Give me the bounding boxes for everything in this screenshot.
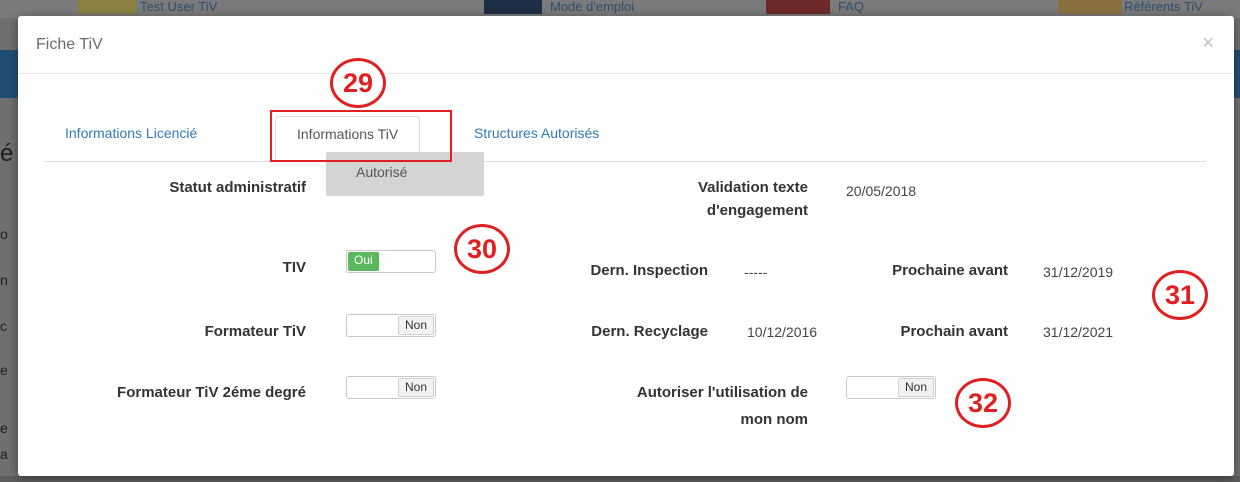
autoriser-nom-label-line1: Autoriser l'utilisation de [636,384,808,401]
prochain-avant-label: Prochain avant [900,323,1008,340]
validation-texte-label-line1: Validation texte [697,179,808,196]
autoriser-nom-label: Autoriser l'utilisation de mon nom [540,381,808,431]
formateur-tiv-2eme-degre-toggle[interactable]: Non [346,376,436,399]
background-thumbnail [766,0,830,14]
formateur-tiv-toggle[interactable]: Non [346,314,436,337]
prochaine-avant-label: Prochaine avant [892,262,1008,279]
dern-inspection-label: Dern. Inspection [590,262,708,279]
annotation-marker-30: 30 [454,224,510,274]
background-nav-bar [0,50,18,98]
validation-texte-label-line2: d'engagement [706,202,808,219]
statut-administratif-label: Statut administratif [169,179,306,196]
tab-informations-licencie[interactable]: Informations Licencié [44,116,218,162]
background-link-faq: FAQ [838,0,865,14]
background-link-referents: Référents TiV [1124,0,1203,14]
validation-texte-value: 20/05/2018 [846,183,917,199]
autoriser-nom-label-line2: mon nom [740,411,809,428]
close-icon[interactable]: × [1202,32,1214,55]
prochain-avant-value: 31/12/2021 [1043,324,1114,340]
formateur-tiv-2eme-degre-toggle-off: Non [397,378,434,397]
background-text: e [0,420,8,436]
background-footer [0,476,1240,482]
background-text: é [0,140,14,167]
background-text: n [0,272,8,288]
prochaine-avant-value: 31/12/2019 [1043,264,1114,280]
annotation-marker-31: 31 [1152,270,1208,320]
dern-inspection-value: ----- [744,264,768,280]
background-thumbnail [78,0,136,14]
modal-title: Fiche TiV [36,36,103,53]
annotation-marker-32: 32 [955,378,1011,428]
background-text: c [0,318,7,334]
validation-texte-label: Validation texte d'engagement [600,176,808,222]
formateur-tiv-2eme-degre-label: Formateur TiV 2éme degré [117,384,306,401]
annotation-marker-29: 29 [330,58,386,108]
background-text: o [0,226,8,242]
background-thumbnail [484,0,542,14]
tab-bar: Informations Licencié Informations TiV S… [44,116,1206,162]
formateur-tiv-label: Formateur TiV [204,323,306,340]
annotation-highlight-box [270,110,452,162]
background-text: e [0,362,8,378]
background-link-mode-emploi: Mode d'emploi [550,0,635,14]
tiv-toggle-on: Oui [348,252,379,271]
formateur-tiv-toggle-off: Non [397,316,434,335]
modal-header: Fiche TiV × [18,16,1234,74]
background-thumbnail [1058,0,1122,14]
background-text: a [0,446,8,462]
autoriser-nom-toggle[interactable]: Non [846,376,936,399]
tiv-label: TIV [282,259,306,276]
autoriser-nom-toggle-off: Non [897,378,934,397]
dern-recyclage-label: Dern. Recyclage [591,323,708,340]
dern-recyclage-value: 10/12/2016 [747,324,818,340]
background-link-user: Test User TiV [140,0,218,14]
tiv-toggle[interactable]: Oui [346,250,436,273]
statut-administratif-value: Autorisé [356,164,408,180]
